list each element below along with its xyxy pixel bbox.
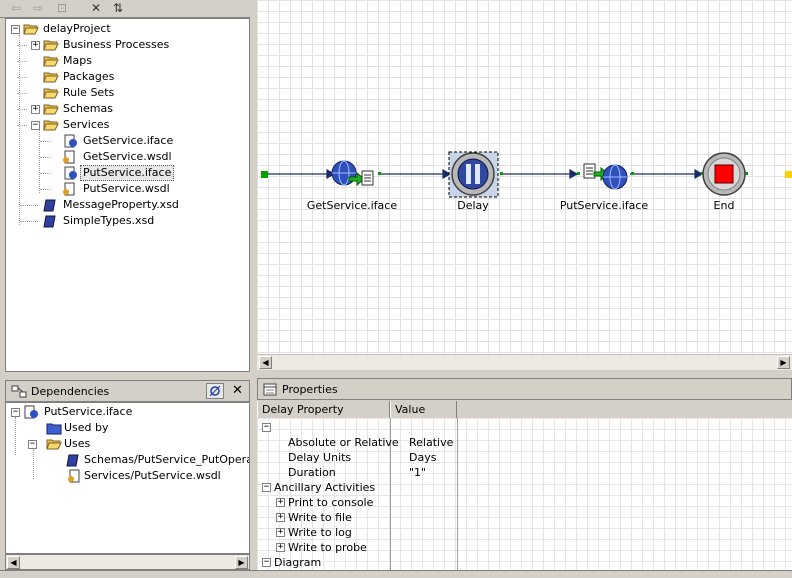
folder-icon — [43, 72, 59, 83]
ancillary-row[interactable]: + Write to log — [257, 525, 792, 540]
column-header-property[interactable]: Delay Property — [257, 401, 390, 418]
open-folder-icon — [46, 439, 62, 450]
property-group-delay[interactable]: − — [257, 420, 792, 435]
collapse-icon[interactable]: ✕ — [88, 1, 104, 15]
uses-item-schema[interactable]: Schemas/PutService_PutOperation — [46, 452, 249, 468]
folder-icon — [43, 56, 59, 67]
properties-title: Properties — [282, 383, 338, 396]
schema-file-icon — [43, 215, 56, 228]
wsdl-file-icon — [68, 469, 80, 483]
service-file[interactable]: PutService.iface — [28, 165, 248, 181]
close-icon[interactable]: ✕ — [232, 383, 243, 398]
process-canvas[interactable]: GetService.iface Delay PutService.iface … — [257, 0, 792, 355]
tree-root[interactable]: − delayProject — [8, 21, 248, 37]
dependencies-horizontal-scrollbar[interactable]: ◀ ▶ — [5, 554, 250, 570]
sync-icon[interactable] — [206, 383, 224, 399]
properties-icon — [263, 383, 277, 396]
open-folder-icon — [23, 24, 39, 35]
property-row[interactable]: Duration "1" — [257, 465, 792, 480]
stop-icon[interactable] — [702, 152, 746, 196]
forward-arrow-icon[interactable]: ⇨ — [30, 1, 46, 15]
ancillary-row[interactable]: + Write to probe — [257, 540, 792, 555]
project-tree: − delayProject + Business Processes Maps Pa… — [5, 18, 250, 372]
dependencies-title: Dependencies — [31, 385, 110, 398]
properties-column-headers: Delay Property Value — [257, 401, 792, 419]
used-by-folder[interactable]: Used by — [26, 420, 246, 436]
process-diagram — [261, 151, 792, 198]
canvas-horizontal-scrollbar[interactable]: ◀ ▶ — [257, 354, 792, 370]
pause-icon[interactable] — [448, 151, 499, 198]
back-arrow-icon[interactable]: ⇦ — [8, 1, 24, 15]
tree-folder[interactable]: Maps — [8, 53, 248, 69]
blue-folder-icon — [46, 423, 62, 435]
iface-file-icon — [64, 166, 77, 180]
expand-toggle[interactable]: + — [31, 41, 40, 50]
tree-folder[interactable]: + Schemas — [8, 101, 248, 117]
link-editor-icon[interactable]: ⇅ — [110, 1, 126, 15]
collapse-ancillary-toggle[interactable]: − — [262, 483, 271, 492]
schema-file[interactable]: SimpleTypes.xsd — [8, 213, 248, 229]
dependency-root[interactable]: − PutService.iface — [8, 404, 248, 420]
properties-table: − Absolute or Relative Relative Delay Unit… — [257, 418, 792, 570]
service-file[interactable]: PutService.wsdl — [28, 181, 248, 197]
start-marker[interactable] — [261, 171, 268, 178]
uses-folder[interactable]: − Uses — [26, 436, 246, 452]
globe-doc-icon[interactable] — [331, 160, 374, 187]
tree-folder[interactable]: − Services — [8, 117, 248, 133]
ancillary-row[interactable]: + Print to console — [257, 495, 792, 510]
expand-toggle[interactable]: + — [276, 528, 285, 537]
node-label-end[interactable]: End — [674, 199, 774, 212]
property-row[interactable]: Absolute or Relative Relative — [257, 435, 792, 450]
collapse-group-toggle[interactable]: − — [262, 423, 271, 432]
expand-toggle[interactable]: + — [276, 513, 285, 522]
up-folder-icon[interactable]: ⊡ — [54, 1, 70, 15]
column-header-value[interactable]: Value — [390, 401, 457, 418]
collapse-toggle[interactable]: − — [11, 408, 20, 417]
tree-folder[interactable]: Rule Sets — [8, 85, 248, 101]
schema-file-icon — [43, 199, 56, 212]
node-label-putservice[interactable]: PutService.iface — [554, 199, 654, 212]
collapse-diagram-toggle[interactable]: − — [262, 558, 271, 567]
folder-icon — [43, 104, 59, 115]
property-group-diagram[interactable]: − Diagram — [257, 555, 792, 570]
collapse-root-toggle[interactable]: − — [11, 25, 20, 34]
scroll-right-icon[interactable]: ▶ — [777, 356, 790, 369]
wsdl-file-icon — [63, 182, 75, 196]
service-file[interactable]: GetService.wsdl — [28, 149, 248, 165]
expand-toggle[interactable]: − — [31, 121, 40, 130]
collapse-uses-toggle[interactable]: − — [28, 440, 37, 449]
scroll-right-icon[interactable]: ▶ — [235, 556, 248, 569]
schema-file[interactable]: MessageProperty.xsd — [8, 197, 248, 213]
tree-folder[interactable]: + Business Processes — [8, 37, 248, 53]
navigator-toolbar: ⇦ ⇨ ⊡ ✕ ⇅ — [0, 0, 250, 18]
scroll-left-icon[interactable]: ◀ — [7, 556, 20, 569]
node-label-delay[interactable]: Delay — [423, 199, 523, 212]
uses-item-wsdl[interactable]: Services/PutService.wsdl — [46, 468, 246, 484]
iface-file-icon — [64, 134, 77, 148]
dependencies-icon — [11, 385, 27, 398]
tree-folder[interactable]: Packages — [8, 69, 248, 85]
dependencies-tree: − PutService.iface Used by − Uses Schema… — [5, 402, 250, 554]
dependencies-header: Dependencies ✕ — [5, 380, 250, 402]
schema-file-icon — [66, 454, 79, 467]
iface-file-icon — [24, 405, 38, 419]
folder-icon — [43, 120, 59, 131]
expand-toggle[interactable]: + — [31, 105, 40, 114]
service-file[interactable]: GetService.iface — [28, 133, 248, 149]
property-row[interactable]: Delay Units Days — [257, 450, 792, 465]
properties-header: Properties — [257, 378, 792, 400]
property-group-ancillary[interactable]: − Ancillary Activities — [257, 480, 792, 495]
expand-toggle[interactable]: + — [276, 498, 285, 507]
wsdl-file-icon — [63, 150, 75, 164]
expand-toggle[interactable]: + — [276, 543, 285, 552]
doc-globe-icon[interactable] — [583, 163, 628, 190]
folder-icon — [43, 88, 59, 99]
node-label-getservice[interactable]: GetService.iface — [302, 199, 402, 212]
ancillary-row[interactable]: + Write to file — [257, 510, 792, 525]
folder-icon — [43, 40, 59, 51]
scroll-left-icon[interactable]: ◀ — [259, 356, 272, 369]
